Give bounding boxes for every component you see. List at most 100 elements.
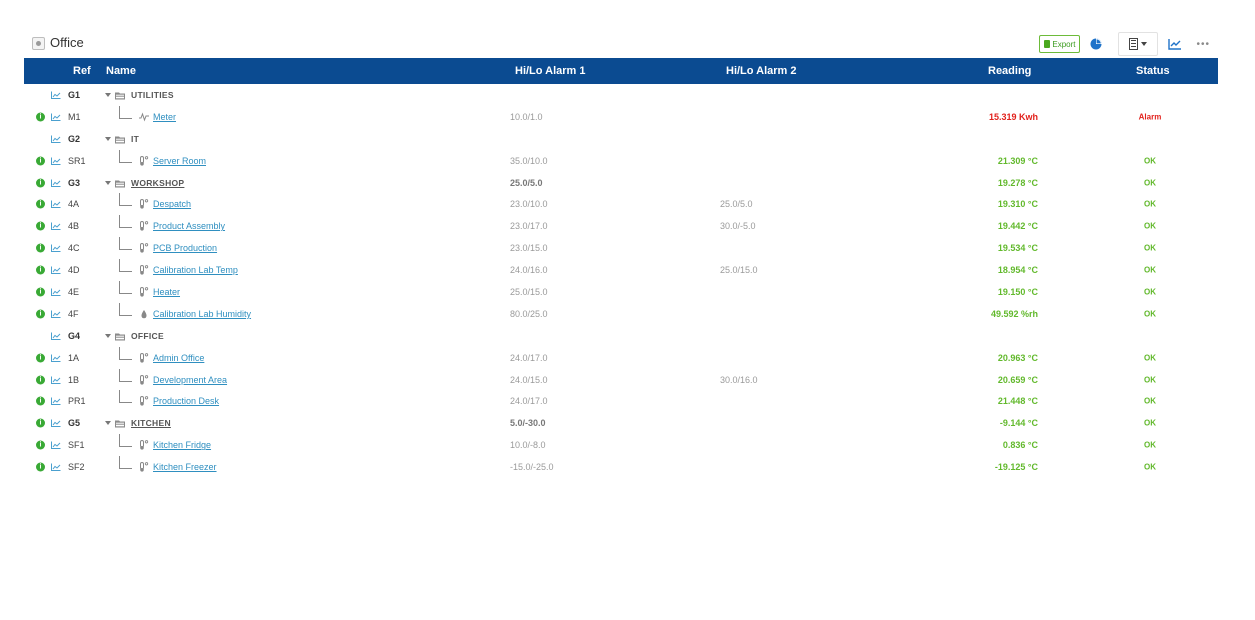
column-header-alarm2[interactable]: Hi/Lo Alarm 2 xyxy=(726,65,797,77)
trend-chart-icon[interactable] xyxy=(51,288,61,296)
group-row[interactable]: i G5 KITCHEN 5.0/-30.0 -9.144 °C OK xyxy=(24,412,1218,434)
trend-chart-icon[interactable] xyxy=(51,310,61,318)
info-icon[interactable]: i xyxy=(36,462,45,472)
group-name[interactable]: OFFICE xyxy=(131,331,164,341)
table-row[interactable]: i SR1 Server Room 35.0/10.0 21.309 °C OK xyxy=(24,149,1218,172)
sensor-name-link[interactable]: Heater xyxy=(153,287,180,297)
info-icon[interactable]: i xyxy=(36,221,45,231)
group-row[interactable]: G2 IT xyxy=(24,128,1218,150)
table-row[interactable]: i M1 Meter 10.0/1.0 15.319 Kwh Alarm xyxy=(24,105,1218,128)
sensor-name-link[interactable]: Calibration Lab Humidity xyxy=(153,309,251,319)
trend-chart-icon[interactable] xyxy=(51,135,61,143)
line-chart-icon[interactable] xyxy=(1168,38,1182,50)
table-row[interactable]: i 1B Development Area 24.0/15.0 30.0/16.0 20.… xyxy=(24,368,1218,391)
thermometer-icon xyxy=(139,243,149,253)
sensor-name-link[interactable]: Calibration Lab Temp xyxy=(153,265,238,275)
alarm1-value: 24.0/17.0 xyxy=(510,396,548,407)
top-bar: Office Export ••• xyxy=(30,32,1220,56)
sensor-name-link[interactable]: Despatch xyxy=(153,199,191,209)
column-header-reading[interactable]: Reading xyxy=(988,65,1031,77)
info-icon[interactable]: i xyxy=(36,199,45,209)
info-icon[interactable]: i xyxy=(36,418,45,428)
column-header-status[interactable]: Status xyxy=(1136,65,1170,77)
alarm1-value: 35.0/10.0 xyxy=(510,155,548,166)
table-row[interactable]: i 4F Calibration Lab Humidity 80.0/25.0 49.5… xyxy=(24,302,1218,325)
table-row[interactable]: i 4E Heater 25.0/15.0 19.150 °C OK xyxy=(24,281,1218,303)
table-row[interactable]: i 4A Despatch 23.0/10.0 25.0/5.0 19.310 °C OK xyxy=(24,193,1218,215)
expand-toggle-icon[interactable] xyxy=(105,421,111,426)
trend-chart-icon[interactable] xyxy=(51,91,61,99)
settings-icon[interactable] xyxy=(32,37,45,50)
column-header-ref[interactable]: Ref xyxy=(73,65,91,77)
row-ref: 4A xyxy=(68,199,80,210)
table-row[interactable]: i 1A Admin Office 24.0/17.0 20.963 °C OK xyxy=(24,346,1218,369)
group-row[interactable]: i G3 WORKSHOP 25.0/5.0 19.278 °C OK xyxy=(24,172,1218,194)
pie-chart-icon[interactable] xyxy=(1090,38,1102,50)
sensor-name-link[interactable]: Kitchen Freezer xyxy=(153,462,217,472)
row-ref: G4 xyxy=(68,330,81,341)
sensor-name-link[interactable]: Kitchen Fridge xyxy=(153,440,211,450)
sensor-name-link[interactable]: Product Assembly xyxy=(153,221,225,231)
info-icon[interactable]: i xyxy=(36,178,45,187)
group-name[interactable]: IT xyxy=(131,134,139,144)
alarm1-value: 5.0/-30.0 xyxy=(510,418,546,429)
status-badge: OK xyxy=(1144,462,1156,472)
trend-chart-icon[interactable] xyxy=(51,266,61,275)
table-row[interactable]: i SF2 Kitchen Freezer -15.0/-25.0 -19.125 °C… xyxy=(24,456,1218,478)
expand-toggle-icon[interactable] xyxy=(105,92,111,97)
column-header-name[interactable]: Name xyxy=(106,65,136,77)
trend-chart-icon[interactable] xyxy=(51,200,61,209)
row-ref: G3 xyxy=(68,177,81,188)
alarm1-value: -15.0/-25.0 xyxy=(510,462,554,473)
expand-toggle-icon[interactable] xyxy=(105,180,111,185)
expand-toggle-icon[interactable] xyxy=(105,333,111,338)
table-row[interactable]: i PR1 Production Desk 24.0/17.0 21.448 °C OK xyxy=(24,390,1218,412)
trend-chart-icon[interactable] xyxy=(51,113,61,121)
trend-chart-icon[interactable] xyxy=(51,397,61,406)
info-icon[interactable]: i xyxy=(36,112,45,122)
group-name[interactable]: WORKSHOP xyxy=(131,178,184,188)
page-title: Office xyxy=(50,35,84,50)
trend-chart-icon[interactable] xyxy=(51,376,61,384)
table-row[interactable]: i 4C PCB Production 23.0/15.0 19.534 °C OK xyxy=(24,237,1218,259)
sensor-name-link[interactable]: PCB Production xyxy=(153,243,217,253)
group-row[interactable]: G1 UTILITIES xyxy=(24,84,1218,106)
group-name[interactable]: UTILITIES xyxy=(131,90,174,100)
sensor-name-link[interactable]: Development Area xyxy=(153,375,227,385)
info-icon[interactable]: i xyxy=(36,396,45,406)
trend-chart-icon[interactable] xyxy=(51,332,61,340)
info-icon[interactable]: i xyxy=(36,243,45,253)
alarm2-value: 30.0/16.0 xyxy=(720,374,758,385)
more-options-icon[interactable]: ••• xyxy=(1196,39,1210,50)
info-icon[interactable]: i xyxy=(36,265,45,275)
info-icon[interactable]: i xyxy=(36,287,45,297)
trend-chart-icon[interactable] xyxy=(51,179,61,187)
table-row[interactable]: i 4B Product Assembly 23.0/17.0 30.0/-5.0 19.… xyxy=(24,215,1218,237)
table-row[interactable]: i SF1 Kitchen Fridge 10.0/-8.0 0.836 °C OK xyxy=(24,434,1218,456)
info-icon[interactable]: i xyxy=(36,156,45,166)
trend-chart-icon[interactable] xyxy=(51,441,61,450)
expand-toggle-icon[interactable] xyxy=(105,136,111,141)
sensor-name-link[interactable]: Meter xyxy=(153,112,176,122)
info-icon[interactable]: i xyxy=(36,440,45,450)
export-button[interactable]: Export xyxy=(1039,35,1081,53)
reading-value: 20.659 °C xyxy=(997,374,1038,385)
trend-chart-icon[interactable] xyxy=(51,222,61,231)
table-row[interactable]: i 4D Calibration Lab Temp 24.0/16.0 25.0/15.… xyxy=(24,259,1218,281)
info-icon[interactable]: i xyxy=(36,375,45,385)
reading-value: 19.278 °C xyxy=(997,177,1038,188)
trend-chart-icon[interactable] xyxy=(51,244,61,253)
column-header-alarm1[interactable]: Hi/Lo Alarm 1 xyxy=(515,65,586,77)
trend-chart-icon[interactable] xyxy=(51,157,61,165)
info-icon[interactable]: i xyxy=(36,353,45,363)
info-icon[interactable]: i xyxy=(36,309,45,319)
building-dropdown-button[interactable] xyxy=(1118,32,1159,56)
group-row[interactable]: G4 OFFICE xyxy=(24,325,1218,347)
group-name[interactable]: KITCHEN xyxy=(131,418,171,428)
trend-chart-icon[interactable] xyxy=(51,354,61,362)
sensor-name-link[interactable]: Production Desk xyxy=(153,396,219,406)
sensor-name-link[interactable]: Admin Office xyxy=(153,353,204,363)
trend-chart-icon[interactable] xyxy=(51,463,61,472)
trend-chart-icon[interactable] xyxy=(51,419,61,428)
sensor-name-link[interactable]: Server Room xyxy=(153,156,206,166)
